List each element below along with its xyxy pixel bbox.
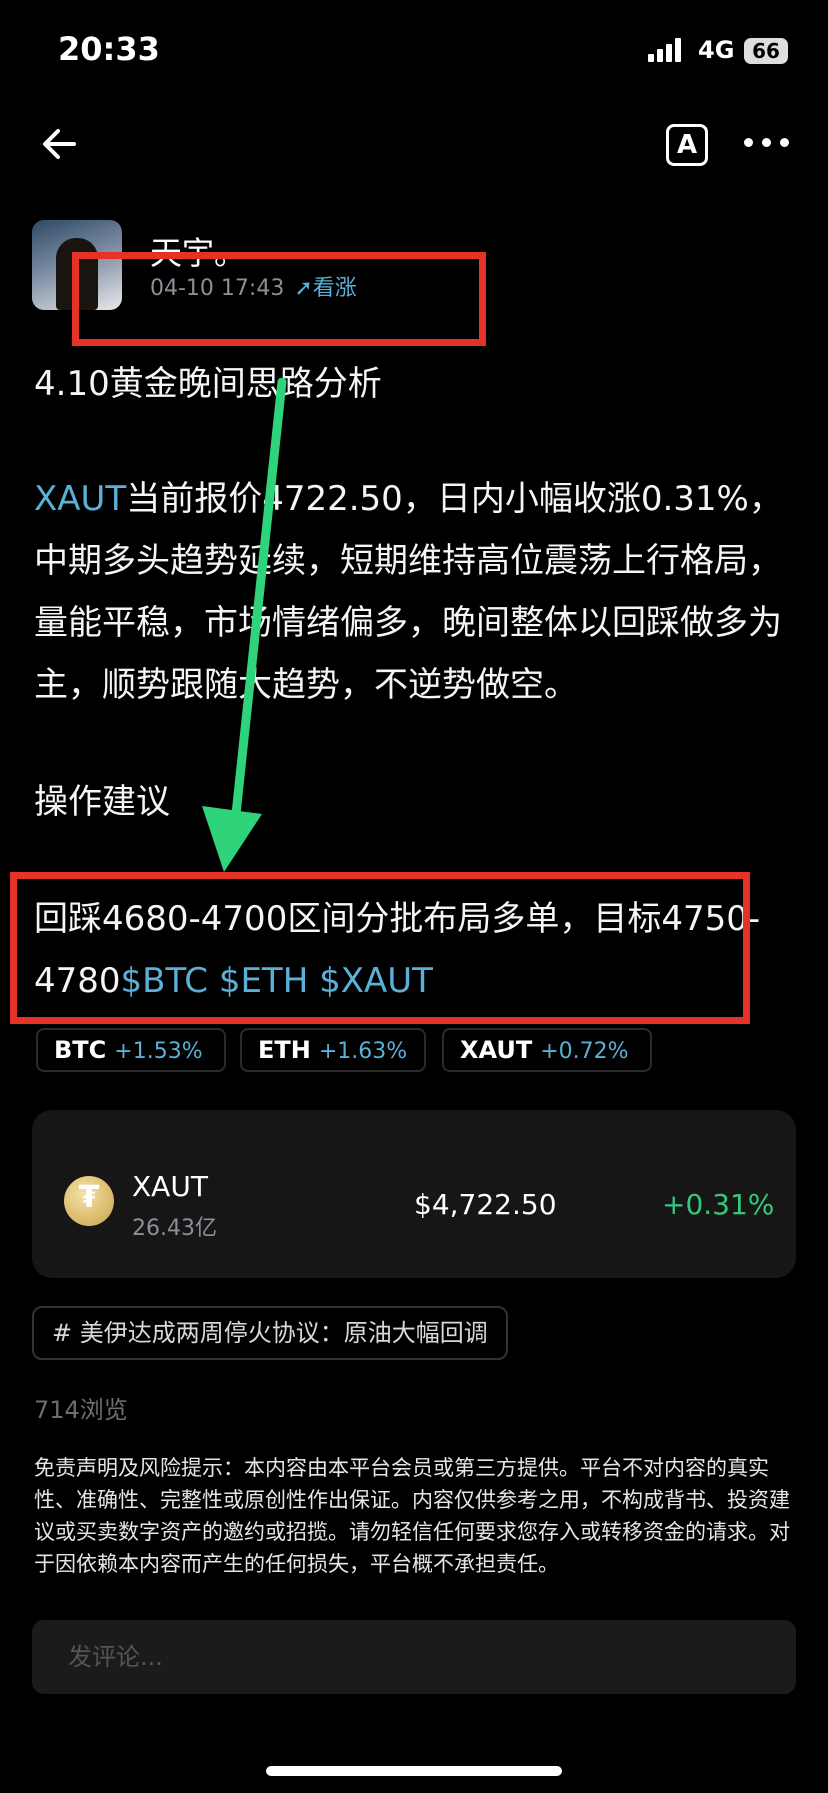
back-arrow-icon[interactable]	[38, 122, 82, 166]
home-indicator	[266, 1766, 562, 1776]
tether-gold-icon	[64, 1176, 114, 1226]
ticker-change: +1.63%	[318, 1039, 408, 1064]
post-body: XAUT当前报价4722.50，日内小幅收涨0.31%，中期多头趋势延续，短期维…	[34, 468, 794, 716]
annotation-box-top	[72, 252, 486, 346]
quote-price: $4,722.50	[414, 1188, 557, 1221]
disclaimer: 免责声明及风险提示：本内容由本平台会员或第三方提供。平台不对内容的真实性、准确性…	[34, 1456, 790, 1576]
ticker-xaut[interactable]: XAUT +0.72%	[442, 1028, 652, 1072]
ticker-symbol: XAUT	[460, 1036, 533, 1064]
quote-name: XAUT	[132, 1170, 208, 1203]
comment-input[interactable]: 发评论...	[32, 1620, 796, 1694]
view-count: 714浏览	[34, 1396, 128, 1424]
body-text: 当前报价4722.50，日内小幅收涨0.31%，中期多头趋势延续，短期维持高位震…	[34, 479, 783, 705]
status-time: 20:33	[58, 30, 160, 68]
comment-placeholder: 发评论...	[68, 1643, 163, 1671]
ticker-change: +0.72%	[540, 1039, 629, 1064]
quote-volume: 26.43亿	[132, 1216, 217, 1241]
annotation-box-plan	[10, 872, 750, 1024]
ticker-symbol: ETH	[258, 1036, 311, 1064]
network-label: 4G	[698, 36, 735, 64]
ticker-eth[interactable]: ETH +1.63%	[240, 1028, 426, 1072]
translate-icon[interactable]: A	[666, 124, 708, 166]
ticker-change: +1.53%	[114, 1039, 203, 1064]
ticker-btc[interactable]: BTC +1.53%	[36, 1028, 226, 1072]
more-icon[interactable]	[744, 132, 790, 152]
annotation-arrow	[202, 378, 287, 872]
ops-label: 操作建议	[34, 782, 170, 822]
battery-icon: 66	[744, 38, 788, 64]
signal-icon	[648, 38, 688, 62]
body-tag-xaut[interactable]: XAUT	[34, 479, 126, 519]
topic-chip[interactable]: # 美伊达成两周停火协议：原油大幅回调	[32, 1306, 508, 1360]
ticker-symbol: BTC	[54, 1036, 107, 1064]
quote-change: +0.31%	[662, 1188, 775, 1221]
